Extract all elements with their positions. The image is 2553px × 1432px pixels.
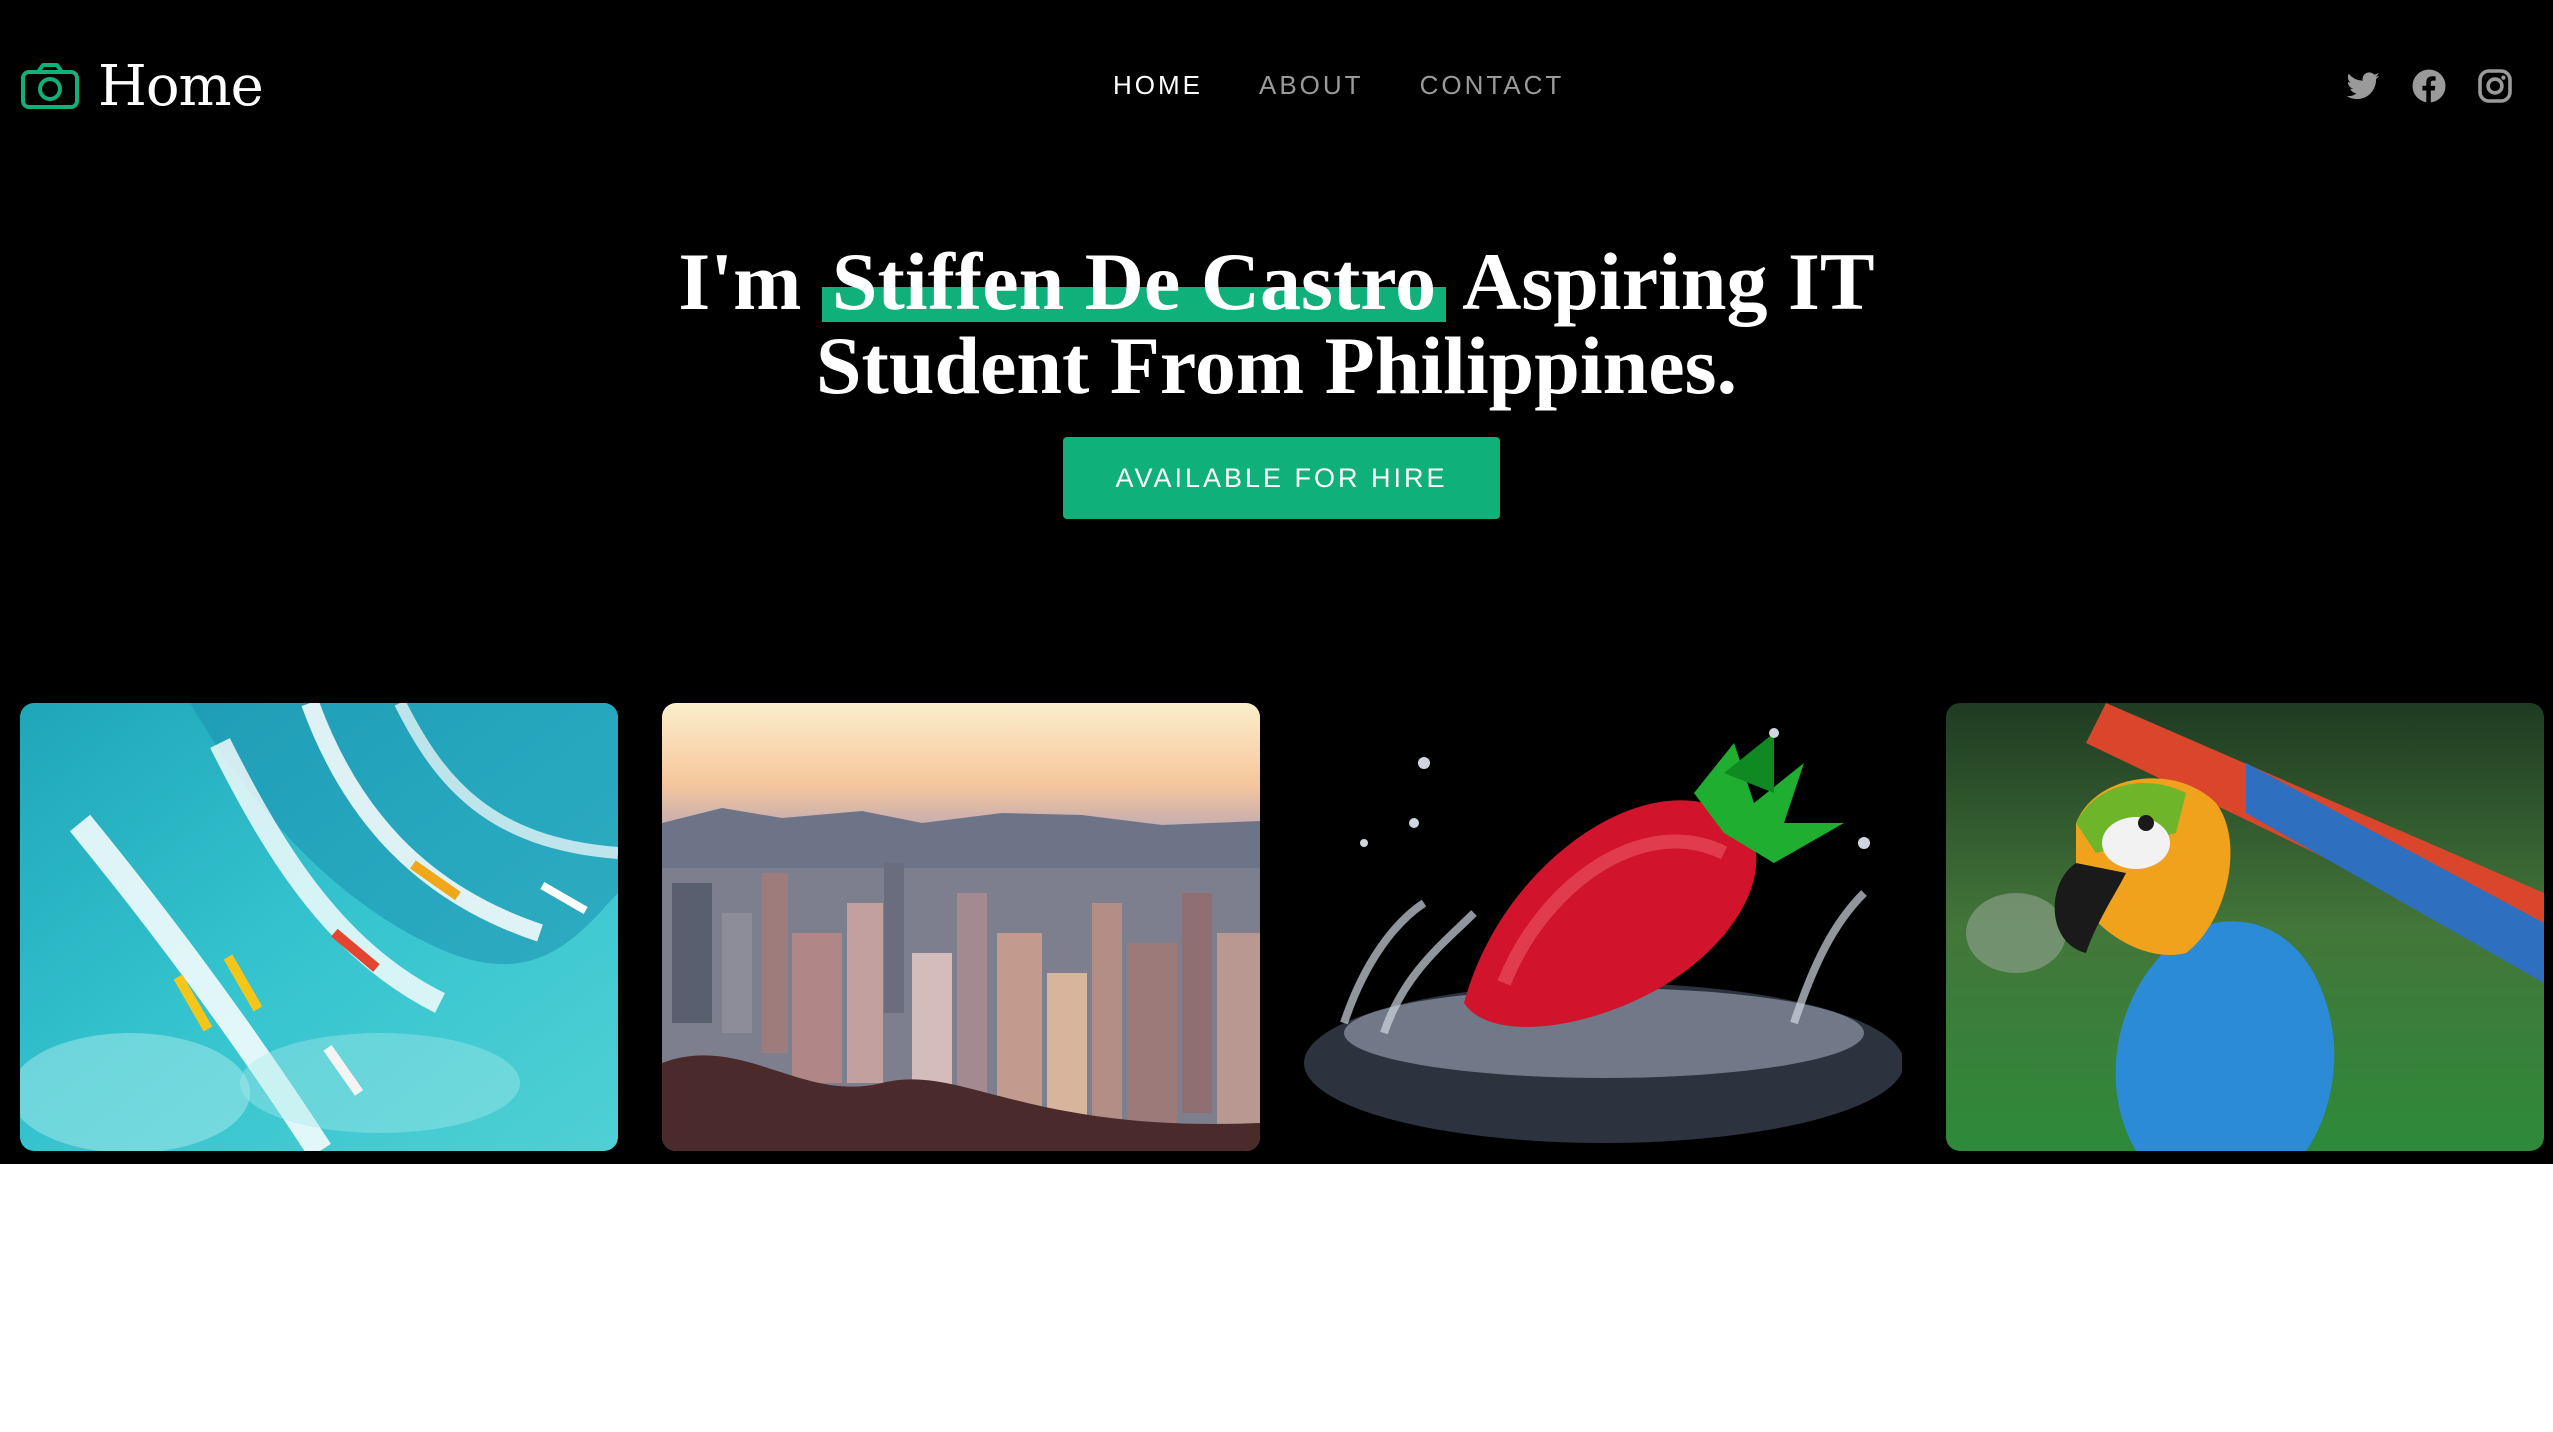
camera-icon	[21, 63, 79, 109]
strawberry-photo	[1304, 703, 1902, 1151]
nav-contact-link[interactable]: CONTACT	[1420, 70, 1565, 101]
hero-line2: Student From Philippines.	[815, 320, 1738, 411]
gallery	[20, 703, 2544, 1151]
available-for-hire-button[interactable]: AVAILABLE FOR HIRE	[1063, 437, 1500, 519]
brand-title: Home	[98, 53, 264, 119]
brand[interactable]: Home	[20, 44, 264, 128]
gallery-image-strawberry[interactable]	[1304, 703, 1902, 1151]
gallery-image-parrot[interactable]	[1946, 703, 2544, 1151]
hero-prefix: I'm	[678, 236, 822, 327]
nav-about-link[interactable]: ABOUT	[1259, 70, 1364, 101]
hero-line1-rest: Aspiring IT	[1462, 236, 1875, 327]
facebook-icon[interactable]	[2411, 68, 2447, 104]
gallery-image-city[interactable]	[662, 703, 1260, 1151]
surfers-photo	[20, 703, 618, 1151]
hero-name-highlight: Stiffen De Castro	[821, 240, 1447, 324]
city-photo	[662, 703, 1260, 1151]
twitter-icon[interactable]	[2345, 68, 2381, 104]
hero: I'm Stiffen De Castro Aspiring IT Studen…	[0, 240, 2553, 408]
social-links	[2345, 68, 2513, 104]
hero-title: I'm Stiffen De Castro Aspiring IT Studen…	[0, 240, 2553, 408]
site-header: Home HOME ABOUT CONTACT	[0, 0, 2553, 175]
hero-name: Stiffen De Castro	[831, 236, 1437, 327]
instagram-icon[interactable]	[2477, 68, 2513, 104]
gallery-image-surfers[interactable]	[20, 703, 618, 1151]
main-nav: HOME ABOUT CONTACT	[1113, 70, 1564, 101]
parrot-photo	[1946, 703, 2544, 1151]
nav-home-link[interactable]: HOME	[1113, 70, 1203, 101]
